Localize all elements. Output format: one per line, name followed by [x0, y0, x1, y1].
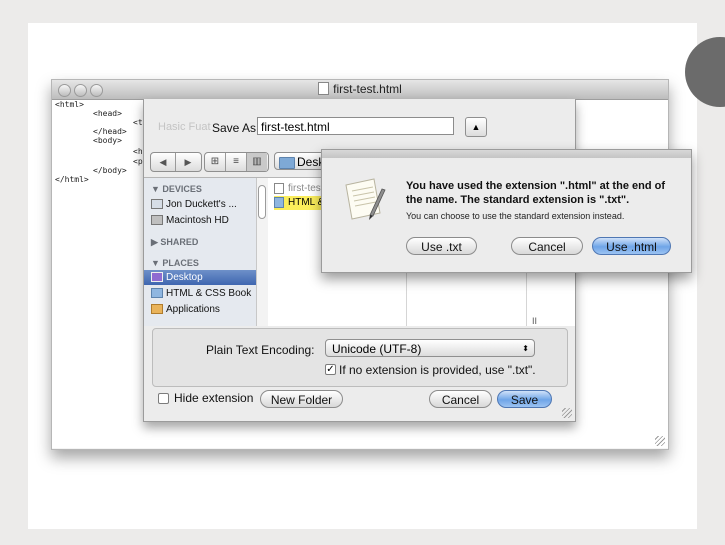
use-html-button[interactable]: Use .html: [592, 237, 671, 255]
alert-top-bar: [322, 150, 691, 158]
save-button[interactable]: Save: [497, 390, 552, 408]
sidebar-item-macintosh-hd[interactable]: Macintosh HD: [151, 213, 262, 228]
computer-icon: [151, 199, 163, 209]
list-view-button[interactable]: ≡: [226, 153, 247, 171]
save-as-label: Save As:: [212, 121, 260, 135]
code-line: </head>: [93, 127, 127, 136]
faint-label: Hasic Fuat: [158, 121, 211, 133]
sidebar-scrollbar[interactable]: [256, 178, 268, 326]
dialog-resize-grip[interactable]: [562, 408, 572, 418]
scrollbar-thumb[interactable]: [258, 185, 266, 219]
hide-extension-label: Hide extension: [174, 391, 254, 405]
folder-icon: [151, 288, 163, 298]
folder-icon: [274, 197, 284, 208]
code-line: <p: [133, 157, 143, 166]
alert-message: You can choose to use the standard exten…: [406, 211, 625, 221]
code-line: </html>: [55, 175, 89, 184]
applications-icon: [151, 304, 163, 314]
extension-alert: You have used the extension ".html" at t…: [321, 149, 692, 273]
page-background: first-test.html <html> <head> <t </head>…: [0, 0, 725, 545]
folder-icon: [279, 157, 295, 169]
code-line: <t: [133, 118, 143, 127]
back-button[interactable]: ◀: [151, 153, 176, 171]
txt-extension-label: If no extension is provided, use ".txt".: [339, 363, 536, 377]
textedit-app-icon: [345, 178, 386, 220]
code-line: <html>: [55, 100, 84, 109]
save-as-input[interactable]: first-test.html: [257, 117, 454, 135]
alert-cancel-button[interactable]: Cancel: [511, 237, 583, 255]
sidebar: ▼ DEVICES Jon Duckett's ... Macintosh HD…: [144, 178, 268, 326]
code-line: <body>: [93, 136, 122, 145]
encoding-label: Plain Text Encoding:: [206, 343, 315, 357]
sidebar-item-desktop[interactable]: Desktop: [144, 270, 256, 285]
column-resize-handle[interactable]: II: [532, 316, 537, 326]
view-mode-buttons: ⊞ ≡ ▥: [204, 152, 269, 172]
code-line: </body>: [93, 166, 127, 175]
code-line: <head>: [93, 109, 122, 118]
column-view-button[interactable]: ▥: [247, 153, 267, 171]
navigation-buttons: ◀ ▶: [150, 152, 202, 172]
html-file-icon: [274, 183, 284, 194]
encoding-select[interactable]: Unicode (UTF-8) ⬍: [325, 339, 535, 357]
sidebar-item-applications[interactable]: Applications: [151, 302, 262, 317]
expand-dialog-button[interactable]: ▲: [465, 117, 487, 137]
window-title: first-test.html: [52, 82, 668, 96]
txt-extension-checkbox[interactable]: ✓: [325, 364, 336, 375]
sidebar-item-html-css-book[interactable]: HTML & CSS Book: [151, 286, 262, 301]
editor-titlebar: first-test.html: [52, 80, 668, 100]
encoding-panel: Plain Text Encoding: Unicode (UTF-8) ⬍ ✓…: [152, 328, 568, 387]
popup-arrows-icon: ⬍: [522, 344, 529, 353]
cancel-button[interactable]: Cancel: [429, 390, 492, 408]
new-folder-button[interactable]: New Folder: [260, 390, 343, 408]
hide-extension-checkbox[interactable]: [158, 393, 169, 404]
devices-header[interactable]: ▼ DEVICES: [151, 184, 202, 194]
html-document-icon: [318, 82, 330, 95]
use-txt-button[interactable]: Use .txt: [406, 237, 477, 255]
hard-drive-icon: [151, 215, 163, 225]
places-header[interactable]: ▼ PLACES: [151, 258, 199, 268]
shared-header[interactable]: ▶ SHARED: [151, 237, 198, 248]
sidebar-item-jon-ducketts[interactable]: Jon Duckett's ...: [151, 197, 262, 212]
icon-view-button[interactable]: ⊞: [205, 153, 226, 171]
desktop-icon: [151, 272, 163, 282]
alert-title: You have used the extension ".html" at t…: [406, 180, 665, 206]
window-resize-grip[interactable]: [655, 436, 665, 446]
forward-button[interactable]: ▶: [176, 153, 200, 171]
code-line: <h: [133, 147, 143, 156]
